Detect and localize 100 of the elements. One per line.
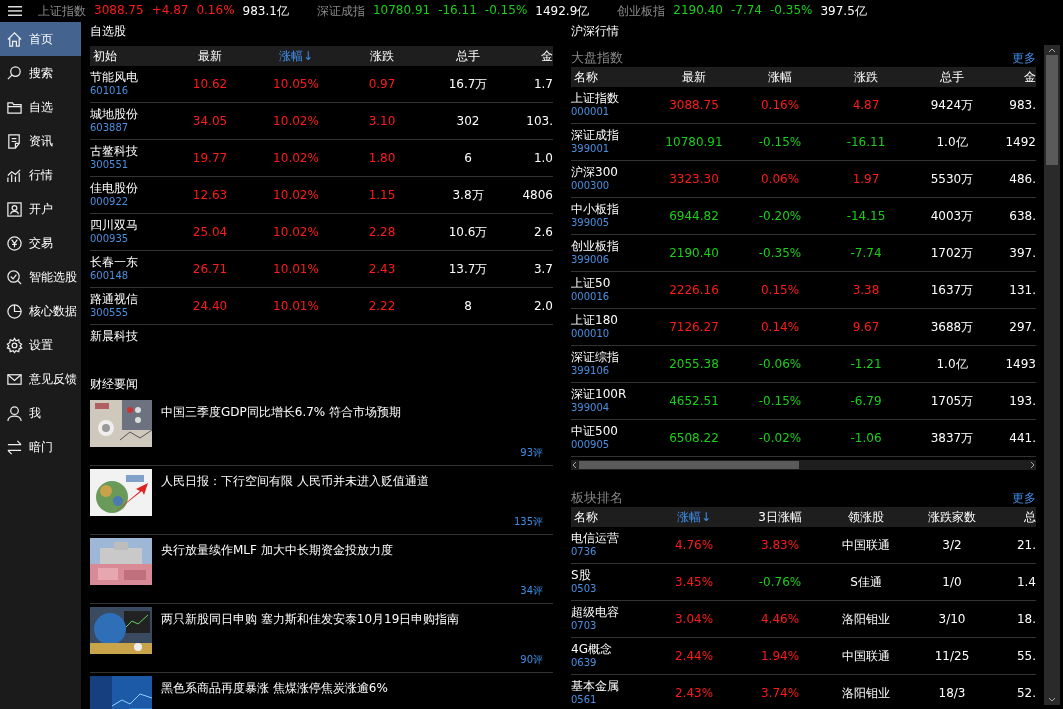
stock-name: 上证50 (571, 276, 612, 290)
column-header[interactable]: 涨跌家数 (909, 508, 995, 526)
news-item[interactable]: 中国三季度GDP同比增长6.7% 符合市场预期 93评 (90, 397, 553, 466)
table-cell-text: -0.15% (757, 394, 803, 408)
more-link[interactable]: 更多 (1012, 490, 1036, 507)
sidebar-item[interactable]: 暗门 (0, 430, 81, 464)
section-title: 自选股 (90, 23, 127, 40)
column-header[interactable]: 最新 (651, 68, 737, 86)
news-item[interactable]: 人民日报：下行空间有限 人民币并未进入贬值通道 135评 (90, 466, 553, 535)
menu-icon[interactable] (8, 5, 22, 17)
section-title: 财经要闻 (90, 376, 139, 393)
scrollbar-thumb[interactable] (1046, 55, 1058, 165)
news-item[interactable]: 央行放量续作MLF 加大中长期资金投放力度 34评 (90, 535, 553, 604)
table-cell-text: 302 (455, 114, 481, 128)
id-card-icon (6, 200, 23, 218)
sidebar-item[interactable]: 行情 (0, 158, 81, 192)
index-change: -7.74 (730, 2, 762, 19)
news-item[interactable]: 两只新股同日申购 塞力斯和佳发安泰10月19日申购指南 90评 (90, 604, 553, 673)
column-header[interactable]: 总 (995, 508, 1036, 526)
sidebar-item[interactable]: 开户 (0, 192, 81, 226)
sidebar-item[interactable]: 核心数据 (0, 294, 81, 328)
stock-code: 0561 (571, 693, 598, 707)
table-cell-text: 10.01% (272, 262, 320, 276)
table-cell-text: 21. (1015, 538, 1036, 552)
table-cell-text: 2.22 (367, 299, 397, 313)
stock-code: 0703 (571, 619, 598, 633)
person-icon (6, 404, 23, 422)
stock-name: 上证180 (571, 313, 619, 327)
comment-count: 93评 (520, 446, 543, 460)
stock-code: 000001 (571, 105, 611, 119)
table-cell-text: 0.06% (759, 172, 801, 186)
comment-count: 90评 (520, 653, 543, 667)
stock-name: 电信运营 (571, 531, 620, 545)
column-header[interactable]: 涨幅↓ (651, 508, 737, 526)
sidebar-item[interactable]: 设置 (0, 328, 81, 362)
column-header[interactable]: 总手 (425, 47, 511, 65)
table-cell-text: -1.06 (849, 431, 883, 445)
pie-chart-icon (6, 302, 23, 320)
vertical-scrollbar[interactable] (1044, 45, 1060, 705)
column-header[interactable]: 总手 (909, 68, 995, 86)
document-icon (6, 132, 23, 150)
table-cell-text: 52. (1015, 686, 1036, 700)
table-cell-text: 131. (1008, 283, 1036, 297)
table-cell-text: 1.80 (367, 151, 397, 165)
scrollbar-thumb[interactable] (579, 461, 799, 469)
table-cell-text: 11/25 (933, 649, 971, 663)
table-cell-text: -0.20% (757, 209, 803, 223)
stock-code: 000016 (571, 290, 611, 304)
table-cell-text: -6.79 (849, 394, 883, 408)
table-cell-text: 2.6 (532, 225, 553, 239)
table-cell-text: 3688万 (929, 318, 975, 336)
stock-name: 四川双马 (90, 218, 139, 232)
stock-code: 399006 (571, 253, 611, 267)
table-cell-text: -0.02% (757, 431, 803, 445)
column-header[interactable]: 涨跌 (339, 47, 425, 65)
column-header[interactable]: 初始 (90, 47, 167, 65)
sidebar-item[interactable]: 首页 (0, 22, 81, 56)
column-header[interactable]: 名称 (571, 68, 651, 86)
column-header[interactable]: 名称 (571, 508, 651, 526)
table-cell-text: 8 (463, 299, 473, 313)
more-link[interactable]: 更多 (1012, 50, 1036, 67)
table-cell-text: 1705万 (929, 392, 975, 410)
stock-name: 深证成指 (571, 128, 620, 142)
table-cell-text: 0.14% (759, 320, 801, 334)
column-header[interactable]: 金 (995, 68, 1036, 86)
table-cell-text: 638. (1008, 209, 1036, 223)
column-header[interactable]: 涨幅 (737, 68, 823, 86)
sidebar-item[interactable]: 意见反馈 (0, 362, 81, 396)
stock-name: 新晨科技 (90, 329, 139, 343)
table-cell-text: 4806 (521, 188, 553, 202)
table-cell-text: 1492 (1004, 135, 1036, 149)
news-item[interactable]: 黑色系商品再度暴涨 焦煤涨停焦炭涨逾6% (90, 673, 553, 709)
column-header[interactable]: 涨跌 (823, 68, 909, 86)
yen-coin-icon (6, 234, 23, 252)
table-cell-text: 3.7 (532, 262, 553, 276)
column-header[interactable]: 金 (511, 47, 553, 65)
table-cell-text: -16.11 (845, 135, 887, 149)
index-name: 深证成指 (316, 2, 365, 20)
horizontal-scrollbar[interactable] (571, 460, 1036, 470)
sidebar-item[interactable]: 搜索 (0, 56, 81, 90)
column-header[interactable]: 领涨股 (823, 508, 909, 526)
column-header[interactable]: 3日涨幅 (737, 508, 823, 526)
check-search-icon (6, 268, 23, 286)
table-cell-text: -0.35% (757, 246, 803, 260)
table-cell-text: 4.87 (851, 98, 881, 112)
table-cell-text: 397. (1008, 246, 1036, 260)
index-change: +4.87 (151, 2, 189, 19)
sidebar-item[interactable]: 资讯 (0, 124, 81, 158)
sidebar-item[interactable]: 我 (0, 396, 81, 430)
stock-name: 超级电容 (571, 605, 620, 619)
column-header[interactable]: 涨幅↓ (253, 47, 339, 65)
sidebar-item[interactable]: 自选 (0, 90, 81, 124)
table-cell-text: 2.0 (532, 299, 553, 313)
table-cell-text: 3.74% (759, 686, 801, 700)
index-value: 10780.91 (372, 2, 431, 19)
sidebar-item[interactable]: 交易 (0, 226, 81, 260)
table-cell-text: 13.7万 (447, 260, 489, 278)
sidebar-item[interactable]: 智能选股 (0, 260, 81, 294)
column-header[interactable]: 最新 (167, 47, 253, 65)
table-cell-text: 2226.16 (668, 283, 720, 297)
